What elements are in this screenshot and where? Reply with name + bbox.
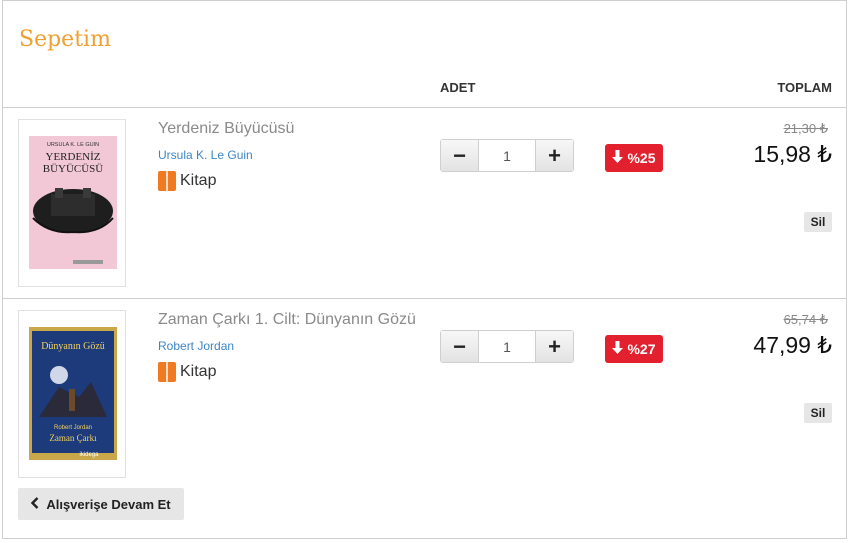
book-icon [158,171,176,191]
discount-badge: %25 [605,144,663,172]
cover-series: Zaman Çarkı [49,433,97,443]
old-price: 21,30 ₺ [783,121,828,136]
decrease-quantity-button[interactable]: − [441,140,479,171]
book-cover: URSULA K. LE GUIN YERDENİZ BÜYÜCÜSÜ [29,136,117,269]
book-cover: Dünyanın Gözü Robert Jordan Zaman Çarkı … [29,327,117,460]
continue-shopping-label: Alışverişe Devam Et [46,496,171,512]
product-type-label: Kitap [180,172,217,189]
discount-badge: %27 [605,335,663,363]
cover-title: Dünyanın Gözü [41,341,105,352]
price: 47,99 ₺ [753,332,832,358]
page-title: Sepetim [19,27,111,52]
increase-quantity-button[interactable]: + [535,331,573,362]
product-type: Kitap [158,171,216,191]
book-icon [158,362,176,382]
cover-author: URSULA K. LE GUIN [47,142,99,148]
discount-percent: %27 [627,341,656,357]
delete-button[interactable]: Sil [804,403,832,423]
chevron-left-icon [31,496,39,512]
cover-author: Robert Jordan [54,425,92,431]
product-image[interactable]: URSULA K. LE GUIN YERDENİZ BÜYÜCÜSÜ [18,119,126,287]
delete-button[interactable]: Sil [804,212,832,232]
price: 15,98 ₺ [753,141,832,167]
product-type: Kitap [158,362,216,382]
product-title[interactable]: Yerdeniz Büyücüsü [158,120,294,138]
cart-item: Dünyanın Gözü Robert Jordan Zaman Çarkı … [3,299,846,489]
product-title[interactable]: Zaman Çarkı 1. Cilt: Dünyanın Gözü [158,311,416,329]
cover-art: Dünyanın Gözü Robert Jordan Zaman Çarkı … [29,327,117,460]
cover-title-line1: YERDENİZ [46,151,101,163]
product-author[interactable]: Robert Jordan [158,339,234,353]
quantity-input[interactable] [479,140,535,171]
product-type-label: Kitap [180,363,217,380]
continue-shopping-button[interactable]: Alışverişe Devam Et [18,488,184,520]
old-price: 65,74 ₺ [783,312,828,327]
cover-title-line2: BÜYÜCÜSÜ [43,163,104,175]
column-header-total: TOPLAM [777,80,832,95]
cover-art: URSULA K. LE GUIN YERDENİZ BÜYÜCÜSÜ [29,136,117,269]
quantity-stepper: − + [440,139,574,172]
decrease-quantity-button[interactable]: − [441,331,479,362]
column-header-quantity: ADET [440,80,476,95]
product-author[interactable]: Ursula K. Le Guin [158,148,253,162]
product-image[interactable]: Dünyanın Gözü Robert Jordan Zaman Çarkı … [18,310,126,478]
discount-percent: %25 [627,150,656,166]
cart-panel: Sepetim ADET TOPLAM URSULA K. LE GUIN YE… [2,0,847,539]
cover-publisher: ikidega [79,452,99,458]
down-arrow-icon [612,150,624,166]
cart-item: URSULA K. LE GUIN YERDENİZ BÜYÜCÜSÜ Yerd… [3,108,846,298]
down-arrow-icon [612,341,624,357]
quantity-stepper: − + [440,330,574,363]
increase-quantity-button[interactable]: + [535,140,573,171]
quantity-input[interactable] [479,331,535,362]
